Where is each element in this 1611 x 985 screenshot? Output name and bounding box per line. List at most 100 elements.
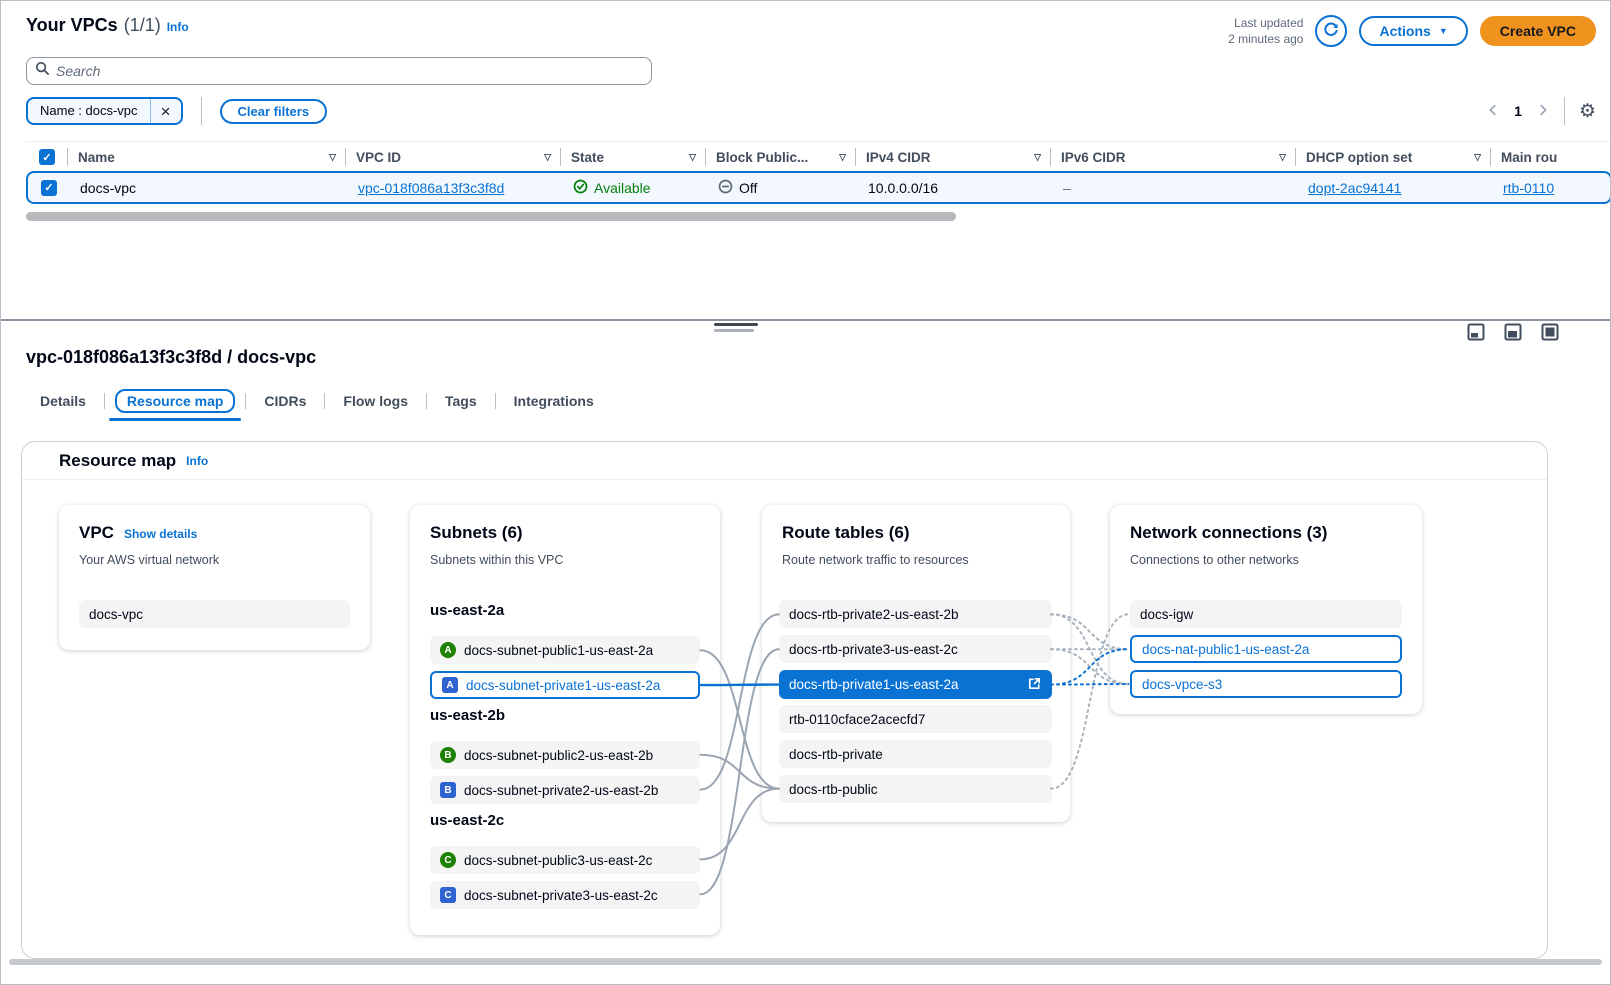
vpc-console-page: Your VPCs (1/1) Info Last updated 2 minu… xyxy=(0,0,1611,985)
select-all-checkbox[interactable] xyxy=(39,149,55,165)
create-vpc-button[interactable]: Create VPC xyxy=(1480,16,1596,46)
cell-ipv6-cidr: – xyxy=(1053,180,1298,196)
main-route-table-link[interactable]: rtb-0110 xyxy=(1503,180,1554,196)
column-header-ipv4-cidr[interactable]: IPv4 CIDR▽ xyxy=(856,142,1051,172)
filter-icon[interactable]: ▽ xyxy=(839,152,846,163)
next-page-button[interactable] xyxy=(1536,103,1550,120)
column-header-block-public[interactable]: Block Public...▽ xyxy=(706,142,856,172)
az-a-private-badge: A xyxy=(442,677,458,693)
cell-ipv4-cidr: 10.0.0.0/16 xyxy=(858,180,1053,196)
detail-title: vpc-018f086a13f3c3f8d / docs-vpc xyxy=(26,347,316,368)
column-header-main-route[interactable]: Main rou xyxy=(1491,142,1611,172)
column-header-ipv6-cidr[interactable]: IPv6 CIDR▽ xyxy=(1051,142,1296,172)
resource-map-info-link[interactable]: Info xyxy=(186,454,208,468)
show-details-link[interactable]: Show details xyxy=(124,527,197,541)
tab-tags[interactable]: Tags xyxy=(431,389,491,413)
filter-icon[interactable]: ▽ xyxy=(544,152,551,163)
panel-position-side-button[interactable] xyxy=(1504,323,1522,344)
row-checkbox[interactable] xyxy=(41,180,57,196)
table-header-row: Name▽ VPC ID▽ State▽ Block Public...▽ IP… xyxy=(26,141,1611,171)
column-header-dhcp[interactable]: DHCP option set▽ xyxy=(1296,142,1491,172)
tab-flow-logs[interactable]: Flow logs xyxy=(329,389,422,413)
route-table-node[interactable]: docs-rtb-public xyxy=(779,775,1052,803)
subnet-node[interactable]: A docs-subnet-public1-us-east-2a xyxy=(430,636,700,664)
resource-map-title: Resource map xyxy=(59,451,176,471)
tab-cidrs[interactable]: CIDRs xyxy=(250,389,320,413)
vpc-column: VPC Show details Your AWS virtual networ… xyxy=(59,505,370,650)
network-label: docs-nat-public1-us-east-2a xyxy=(1142,642,1309,657)
az-heading: us-east-2a xyxy=(430,602,504,619)
panel-position-bottom-button[interactable] xyxy=(1467,323,1485,344)
subnet-label: docs-subnet-public2-us-east-2b xyxy=(464,748,653,763)
network-node-highlighted[interactable]: docs-vpce-s3 xyxy=(1130,670,1402,698)
subnet-label: docs-subnet-private3-us-east-2c xyxy=(464,888,658,903)
route-tables-column: Route tables (6) Route network traffic t… xyxy=(762,505,1070,822)
divider xyxy=(201,97,202,125)
column-header-state[interactable]: State▽ xyxy=(561,142,706,172)
route-table-label: rtb-0110cface2acecfd7 xyxy=(789,712,925,727)
panel-fullscreen-button[interactable] xyxy=(1541,323,1559,344)
route-table-node[interactable]: rtb-0110cface2acecfd7 xyxy=(779,705,1052,733)
network-node-highlighted[interactable]: docs-nat-public1-us-east-2a xyxy=(1130,635,1402,663)
filter-icon[interactable]: ▽ xyxy=(1279,152,1286,163)
block-public-text: Off xyxy=(739,180,757,196)
filter-icon[interactable]: ▽ xyxy=(329,152,336,163)
subnet-node[interactable]: C docs-subnet-private3-us-east-2c xyxy=(430,881,700,909)
subnet-label: docs-subnet-private1-us-east-2a xyxy=(466,678,660,693)
actions-button[interactable]: Actions ▼ xyxy=(1359,16,1467,46)
route-table-node-selected[interactable]: docs-rtb-private1-us-east-2a xyxy=(779,670,1052,699)
info-link[interactable]: Info xyxy=(167,20,189,34)
filter-icon[interactable]: ▽ xyxy=(689,152,696,163)
search-box[interactable] xyxy=(26,57,652,85)
refresh-icon xyxy=(1323,22,1339,41)
clear-filters-button[interactable]: Clear filters xyxy=(220,99,328,124)
current-page[interactable]: 1 xyxy=(1514,103,1522,119)
table-row[interactable]: docs-vpc vpc-018f086a13f3c3f8d Available… xyxy=(26,171,1611,204)
route-table-node[interactable]: docs-rtb-private xyxy=(779,740,1052,768)
network-node[interactable]: docs-igw xyxy=(1130,600,1402,628)
refresh-button[interactable] xyxy=(1315,15,1347,47)
subnets-column-subtitle: Subnets within this VPC xyxy=(430,553,563,567)
route-table-node[interactable]: docs-rtb-private2-us-east-2b xyxy=(779,600,1052,628)
az-b-private-badge: B xyxy=(440,782,456,798)
vpc-table: Name▽ VPC ID▽ State▽ Block Public...▽ IP… xyxy=(26,141,1611,204)
panel-horizontal-scrollbar[interactable] xyxy=(9,959,1602,965)
az-c-public-badge: C xyxy=(440,852,456,868)
route-table-node[interactable]: docs-rtb-private3-us-east-2c xyxy=(779,635,1052,663)
page-title-text: Your VPCs xyxy=(26,15,118,36)
dhcp-option-set-link[interactable]: dopt-2ac94141 xyxy=(1308,180,1401,196)
subnet-node[interactable]: B docs-subnet-private2-us-east-2b xyxy=(430,776,700,804)
tab-resource-map[interactable]: Resource map xyxy=(115,389,235,413)
subnet-node-selected[interactable]: A docs-subnet-private1-us-east-2a xyxy=(430,671,700,699)
subnet-node[interactable]: B docs-subnet-public2-us-east-2b xyxy=(430,741,700,769)
filter-icon[interactable]: ▽ xyxy=(1034,152,1041,163)
search-input[interactable] xyxy=(56,63,643,79)
tab-divider xyxy=(104,393,105,409)
route-tables-column-title: Route tables (6) xyxy=(782,523,910,543)
select-all-checkbox-cell xyxy=(26,142,68,172)
filter-chip-label[interactable]: Name : docs-vpc xyxy=(30,99,148,124)
route-table-label: docs-rtb-private2-us-east-2b xyxy=(789,607,959,622)
filter-icon[interactable]: ▽ xyxy=(1474,152,1481,163)
column-header-name[interactable]: Name▽ xyxy=(68,142,346,172)
tab-divider xyxy=(245,393,246,409)
gear-icon: ⚙ xyxy=(1579,101,1596,122)
preferences-button[interactable]: ⚙ xyxy=(1579,102,1596,121)
pagination: 1 xyxy=(1486,103,1550,120)
column-header-vpc-id[interactable]: VPC ID▽ xyxy=(346,142,561,172)
tab-details[interactable]: Details xyxy=(26,389,100,413)
external-link-icon xyxy=(1027,676,1042,694)
filter-chip-close-button[interactable]: × xyxy=(151,97,181,125)
page-title: Your VPCs (1/1) Info xyxy=(26,15,189,36)
previous-page-button[interactable] xyxy=(1486,103,1500,120)
vpc-node[interactable]: docs-vpc xyxy=(79,600,350,628)
network-connections-column-title: Network connections (3) xyxy=(1130,523,1327,543)
tab-integrations[interactable]: Integrations xyxy=(500,389,608,413)
horizontal-scrollbar[interactable] xyxy=(26,212,956,221)
subnet-node[interactable]: C docs-subnet-public3-us-east-2c xyxy=(430,846,700,874)
route-tables-column-subtitle: Route network traffic to resources xyxy=(782,553,969,567)
az-heading: us-east-2b xyxy=(430,707,505,724)
vpc-id-link[interactable]: vpc-018f086a13f3c3f8d xyxy=(358,180,504,196)
network-connections-column: Network connections (3) Connections to o… xyxy=(1110,505,1422,714)
panel-bottom-icon xyxy=(1467,323,1485,344)
